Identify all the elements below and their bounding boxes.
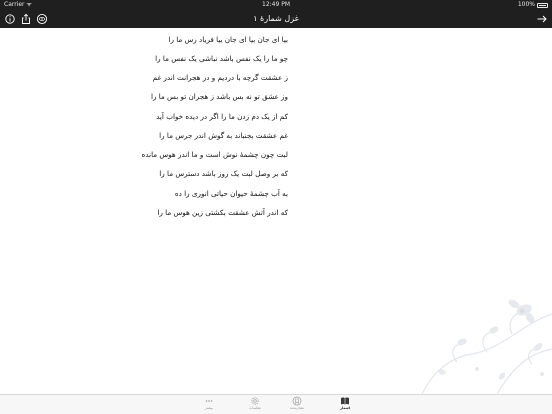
tab-bookmarks[interactable]: نشان‌شده (286, 396, 308, 414)
verse-line-6: غم عشقت بجنباند به گوش اندر جرس ما را (159, 131, 288, 140)
battery-percent: 100% (517, 1, 535, 8)
back-button[interactable] (536, 13, 548, 25)
verse-line-9: به آب چشمهٔ حیوان حیاتی انوری را ده (174, 189, 288, 198)
tab-bookmarks-label: نشان‌شده (289, 406, 305, 410)
tab-poems-label: اشعار (340, 406, 350, 410)
book-icon (341, 397, 349, 405)
battery-icon (537, 2, 548, 8)
verse-line-5: کم از یک دم زدن ما را اگر در دیده خواب آ… (156, 112, 288, 121)
poem-content[interactable]: بیا ای جان بیا ای جان بیا فریاد رس ما را… (0, 28, 552, 394)
verse-line-4: وز عشق تو نه بس باشد ز هجران تو بس ما را (150, 92, 288, 101)
navigation-bar: غزل شمارهٔ ۱ (0, 10, 552, 28)
settings-icon (251, 397, 259, 405)
tab-more-label: بیشتر (204, 406, 214, 410)
verse-line-1: بیا ای جان بیا ای جان بیا فریاد رس ما را (168, 35, 288, 44)
tab-bar: اشعار نشان‌شده تنظیمات بیشتر (0, 394, 552, 414)
tab-settings[interactable]: تنظیمات (244, 396, 266, 414)
verse-line-2: چو ما را یک نفس باشد نباشی یک نفس ما را (155, 54, 288, 63)
bookmark-icon (292, 396, 302, 406)
verse-line-8: که بر وصل لبت یک روز باشد دسترس ما را (159, 169, 288, 178)
more-icon (205, 400, 213, 402)
page-title: غزل شمارهٔ ۱ (253, 14, 299, 23)
verse-line-10: که اندر آتش عشقت بکشتی زین هوس ما را (157, 208, 288, 217)
tab-more[interactable]: بیشتر (198, 396, 220, 414)
verse-line-3: ز عشقت گرچه با دردیم و در هجرانت اندر غم (152, 73, 288, 82)
status-time: 12:49 PM (262, 1, 290, 8)
arrow-right-icon (537, 15, 547, 23)
floral-decoration (421, 299, 552, 394)
verse-line-7: لبت چون چشمهٔ نوش است و ما اندر هوس ماند… (141, 150, 288, 159)
tab-settings-label: تنظیمات (248, 406, 262, 410)
battery-indicator: 100% (518, 0, 548, 10)
tab-poems[interactable]: اشعار (334, 396, 356, 414)
status-bar: Carrier ᯤ 12:49 PM 100% (0, 0, 552, 10)
